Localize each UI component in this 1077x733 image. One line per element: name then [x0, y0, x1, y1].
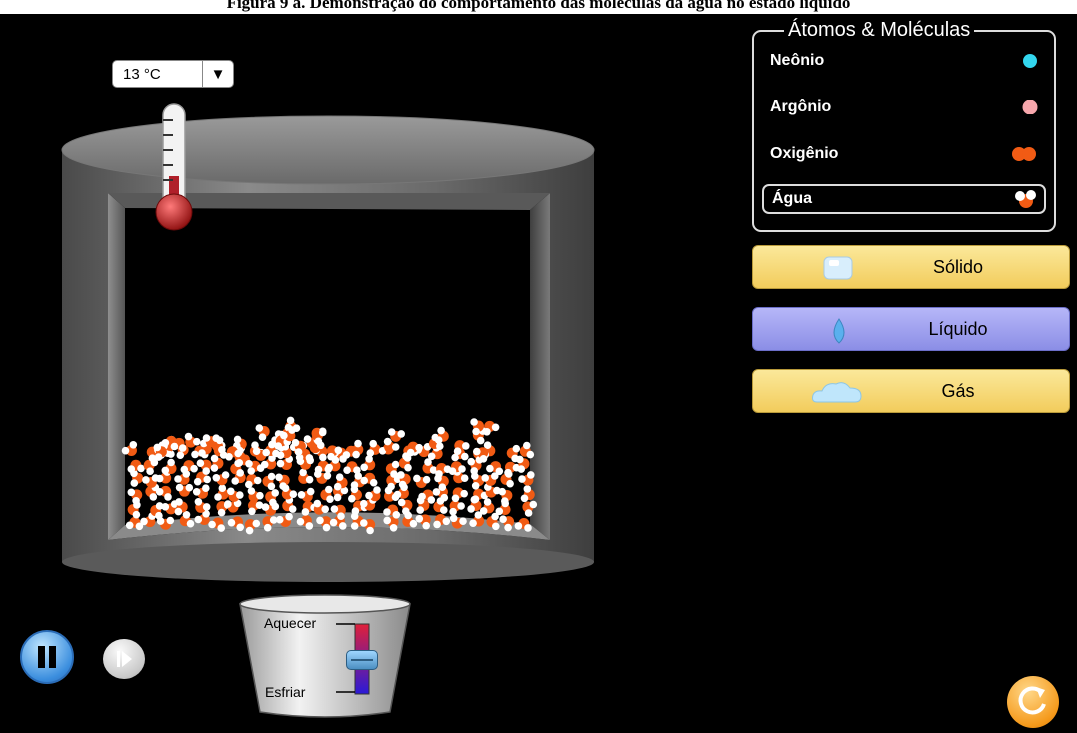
step-forward-button[interactable] — [103, 639, 145, 679]
heat-cool-slider-handle[interactable] — [346, 650, 378, 670]
gas-label: Gás — [941, 380, 975, 401]
atoms-panel-title: Átomos & Moléculas — [784, 18, 975, 42]
water-drop-icon — [827, 316, 851, 351]
temperature-readout: 13 °C — [123, 65, 161, 83]
reset-button[interactable] — [1007, 676, 1059, 728]
atoms-molecules-panel: Átomos & Moléculas Neônio Argônio Oxigên… — [752, 18, 1056, 232]
atom-option-oxygen[interactable]: Oxigênio — [762, 139, 1046, 169]
water-molecule-icon — [1014, 190, 1036, 208]
step-forward-icon — [117, 651, 132, 667]
argon-atom-icon — [1022, 99, 1038, 115]
atom-option-water[interactable]: Água — [762, 184, 1046, 214]
atom-option-neon[interactable]: Neônio — [762, 46, 1046, 76]
heat-label: Aquecer — [264, 615, 317, 631]
gas-button[interactable]: Gás — [752, 369, 1070, 413]
particle-container — [61, 115, 595, 582]
atom-label: Água — [772, 190, 812, 207]
solid-button[interactable]: Sólido — [752, 245, 1070, 289]
ice-cube-icon — [821, 254, 857, 287]
pause-icon — [38, 646, 45, 668]
atom-label: Neônio — [770, 52, 825, 69]
liquid-button[interactable]: Líquido — [752, 307, 1070, 351]
chevron-down-icon[interactable]: ▼ — [202, 61, 233, 87]
cloud-icon — [809, 378, 865, 411]
atom-label: Oxigênio — [770, 145, 839, 162]
pause-button[interactable] — [20, 630, 74, 684]
atom-label: Argônio — [770, 98, 832, 115]
neon-atom-icon — [1022, 54, 1038, 68]
solid-label: Sólido — [932, 256, 984, 277]
cool-label: Esfriar — [265, 684, 306, 700]
reset-icon — [1018, 686, 1046, 715]
temperature-units-dropdown[interactable]: 13 °C ▼ — [112, 60, 234, 88]
oxygen-molecule-icon — [1010, 147, 1038, 161]
atom-option-argon[interactable]: Argônio — [762, 92, 1046, 122]
liquid-label: Líquido — [928, 318, 988, 339]
